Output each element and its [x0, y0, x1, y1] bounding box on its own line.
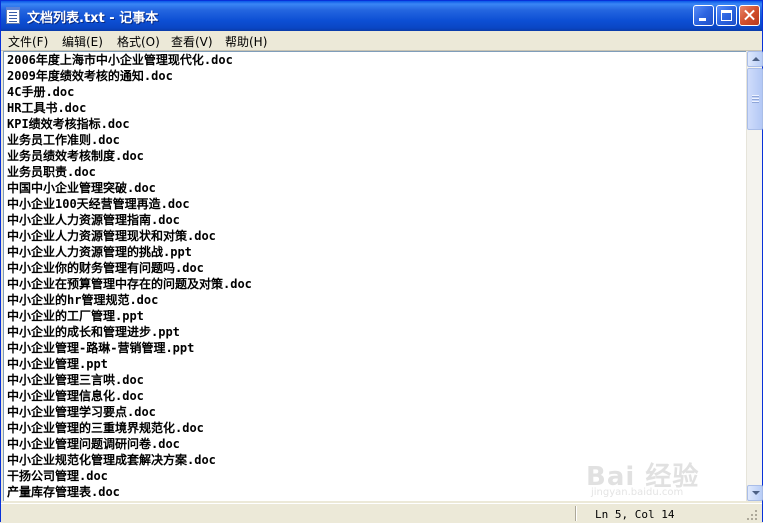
text-line: 中小企业管理-路琳-营销管理.ppt	[7, 341, 195, 355]
text-line: 2006年度上海市中小企业管理现代化.doc	[7, 53, 233, 67]
text-line: 中小企业管理问题调研问卷.doc	[7, 437, 180, 451]
text-line: 中小企业管理学习要点.doc	[7, 405, 156, 419]
text-line: 中小企业管理.ppt	[7, 357, 108, 371]
menu-bar: 文件(F) 编辑(E) 格式(O) 查看(V) 帮助(H)	[1, 31, 762, 51]
text-line: 中小企业100天经营管理再造.doc	[7, 197, 190, 211]
window-title: 文档列表.txt - 记事本	[27, 11, 159, 26]
menu-file[interactable]: 文件(F)	[8, 33, 48, 50]
scroll-up-button[interactable]	[747, 51, 763, 67]
text-line: 中小企业在预算管理中存在的问题及对策.doc	[7, 277, 252, 291]
notepad-window: 文档列表.txt - 记事本 文件(F) 编辑(E) 格式(O) 查看(V) 帮…	[0, 0, 763, 523]
vertical-scrollbar[interactable]	[746, 51, 763, 501]
scrollbar-thumb[interactable]	[747, 68, 763, 130]
text-line: 产量库存管理表.doc	[7, 485, 120, 499]
notepad-app-icon[interactable]	[6, 7, 20, 24]
text-line: 中国中小企业管理突破.doc	[7, 181, 156, 195]
scroll-down-button[interactable]	[747, 485, 763, 501]
text-line: 中小企业规范化管理成套解决方案.doc	[7, 453, 216, 467]
text-line: 2009年度绩效考核的通知.doc	[7, 69, 173, 83]
menu-help[interactable]: 帮助(H)	[225, 33, 267, 50]
minimize-button[interactable]	[693, 5, 714, 26]
close-button[interactable]	[739, 5, 760, 26]
close-icon	[740, 6, 759, 25]
text-line: KPI绩效考核指标.doc	[7, 117, 130, 131]
text-line: 业务员绩效考核制度.doc	[7, 149, 144, 163]
text-line: HR工具书.doc	[7, 101, 87, 115]
text-line: 中小企业你的财务管理有问题吗.doc	[7, 261, 204, 275]
cursor-position: Ln 5, Col 14	[595, 508, 675, 521]
text-editor-area[interactable]: 2006年度上海市中小企业管理现代化.doc 2009年度绩效考核的通知.doc…	[3, 51, 746, 501]
text-line: 中小企业的成长和管理进步.ppt	[7, 325, 180, 339]
text-line: 中小企业人力资源管理的挑战.ppt	[7, 245, 192, 259]
text-line: 干扬公司管理.doc	[7, 469, 108, 483]
text-line: 中小企业的工厂管理.ppt	[7, 309, 144, 323]
text-line: 中小企业的hr管理规范.doc	[7, 293, 159, 307]
text-line: 业务员工作准则.doc	[7, 133, 120, 147]
text-line: 中小企业管理三言哄.doc	[7, 373, 144, 387]
minimize-icon	[699, 18, 706, 21]
text-line: 中小企业人力资源管理指南.doc	[7, 213, 180, 227]
maximize-icon	[721, 10, 732, 21]
text-line: 中小企业人力资源管理现状和对策.doc	[7, 229, 216, 243]
maximize-button[interactable]	[716, 5, 737, 26]
title-bar[interactable]: 文档列表.txt - 记事本	[1, 1, 762, 31]
resize-grip-icon[interactable]	[745, 508, 759, 522]
text-line: 4C手册.doc	[7, 85, 75, 99]
text-line: 中小企业管理的三重境界规范化.doc	[7, 421, 204, 435]
chevron-down-icon	[752, 491, 760, 495]
status-bar: Ln 5, Col 14	[1, 503, 762, 523]
status-divider	[575, 506, 577, 521]
menu-view[interactable]: 查看(V)	[171, 33, 213, 50]
grip-icon	[752, 95, 759, 96]
menu-edit[interactable]: 编辑(E)	[62, 33, 103, 50]
text-line: 业务员职责.doc	[7, 165, 96, 179]
menu-format[interactable]: 格式(O)	[117, 33, 160, 50]
text-line: 中小企业管理信息化.doc	[7, 389, 144, 403]
chevron-up-icon	[752, 57, 760, 61]
